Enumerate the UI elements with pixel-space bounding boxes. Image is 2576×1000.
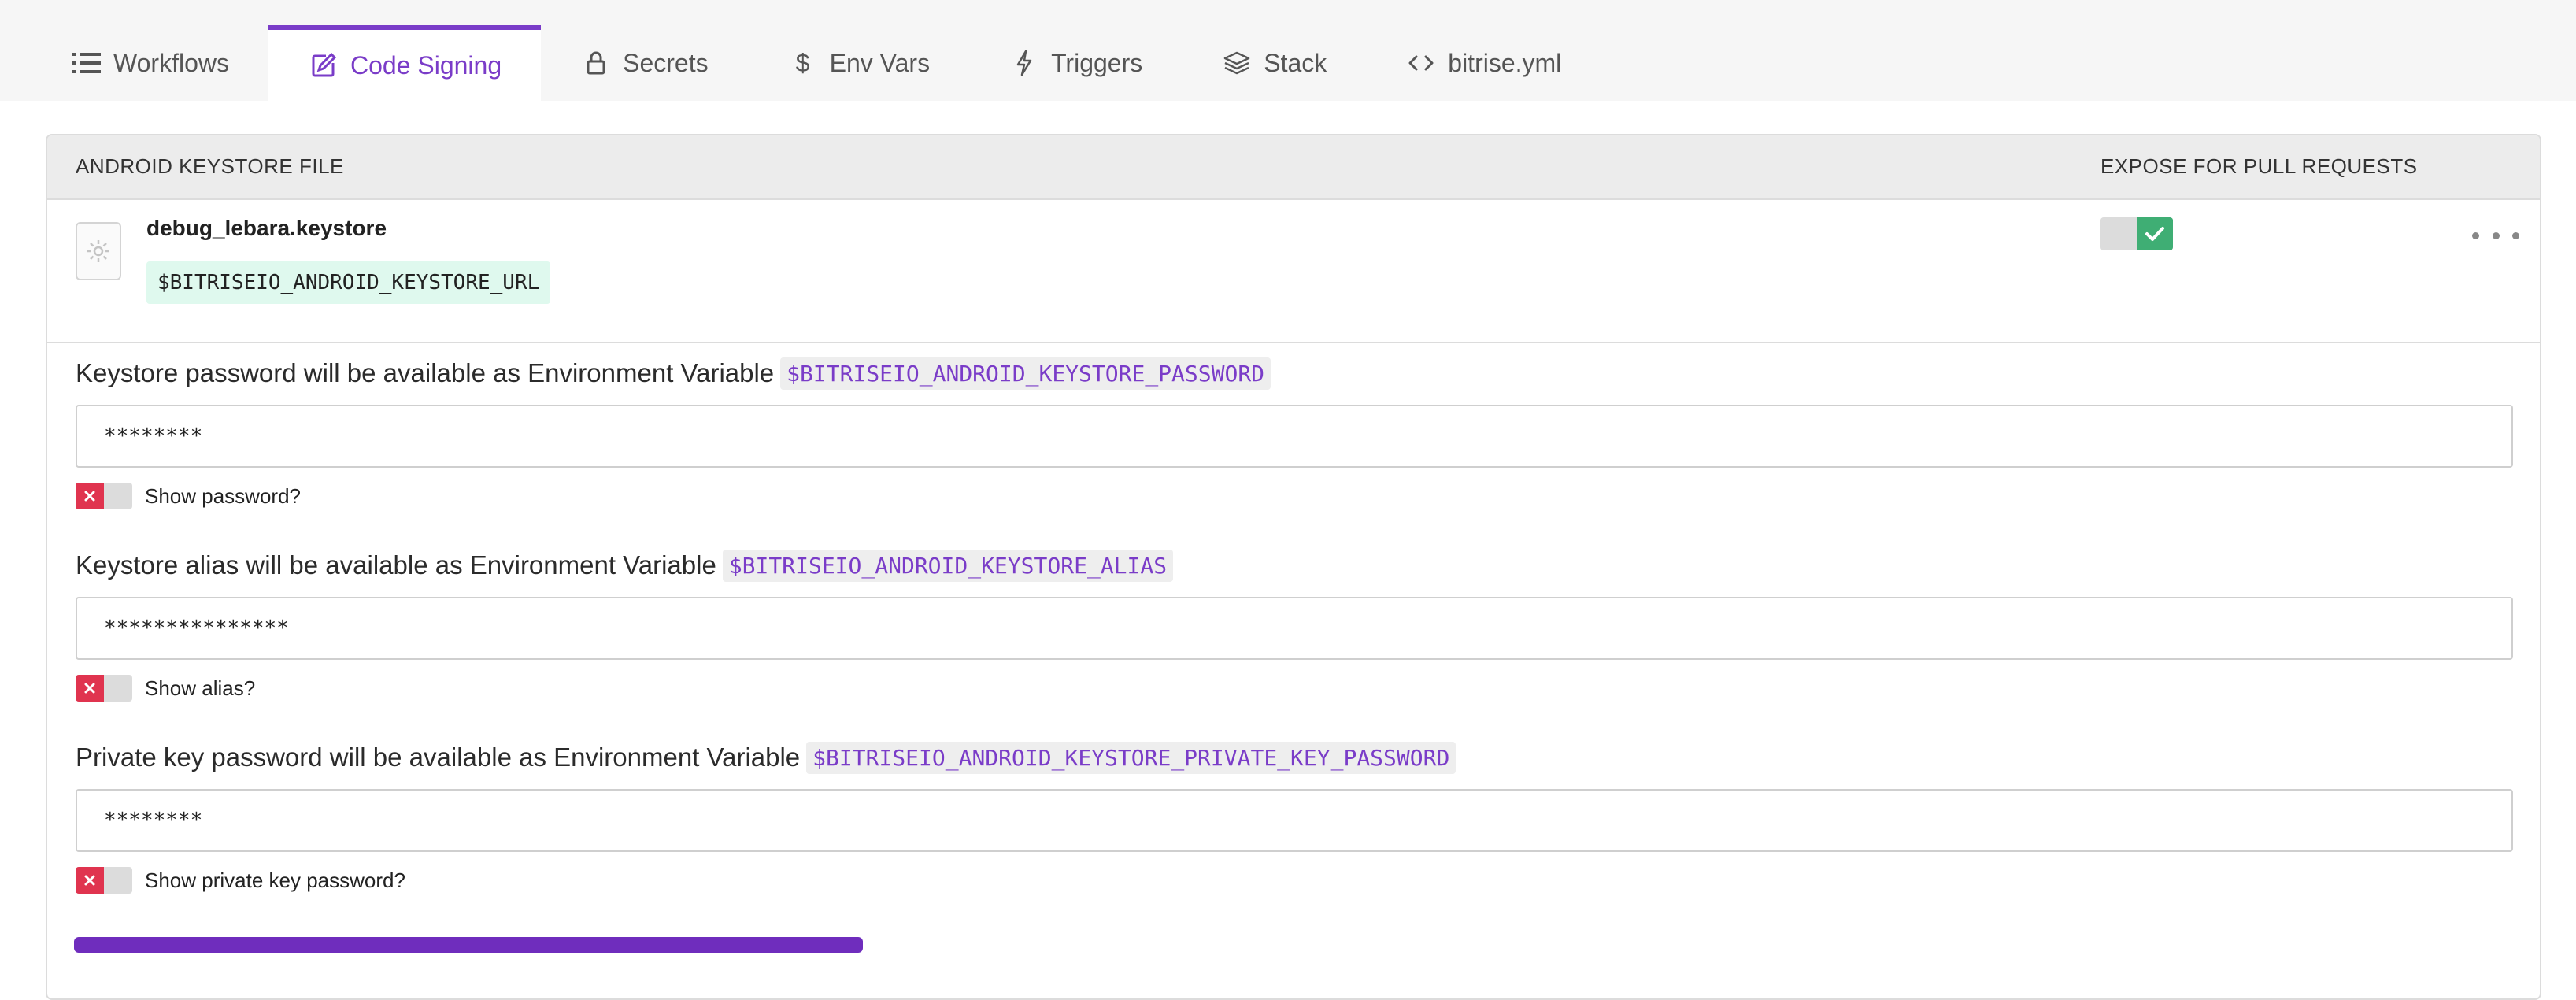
show-private-key-password-label: Show private key password? bbox=[145, 868, 405, 892]
keystore-file-row: debug_lebara.keystore $BITRISEIO_ANDROID… bbox=[47, 200, 2540, 343]
lock-icon bbox=[580, 47, 612, 79]
tab-stack[interactable]: Stack bbox=[1182, 25, 1366, 101]
keystore-url-env-var: $BITRISEIO_ANDROID_KEYSTORE_URL bbox=[146, 261, 551, 304]
tab-label: bitrise.yml bbox=[1448, 48, 1562, 77]
file-gear-icon bbox=[76, 222, 121, 280]
show-password-label: Show password? bbox=[145, 483, 301, 508]
top-tab-bar: Workflows Code Signing Secrets $ Env Var… bbox=[0, 0, 2576, 101]
show-alias-label: Show alias? bbox=[145, 676, 256, 700]
keystore-alias-label: Keystore alias will be available as Envi… bbox=[76, 546, 2513, 584]
x-icon bbox=[76, 483, 104, 509]
tab-label: Triggers bbox=[1051, 48, 1143, 77]
show-alias-row: Show alias? bbox=[76, 674, 2513, 702]
tab-env-vars[interactable]: $ Env Vars bbox=[748, 25, 969, 101]
keystore-file-name: debug_lebara.keystore bbox=[146, 216, 387, 240]
show-private-key-password-row: Show private key password? bbox=[76, 866, 2513, 894]
field-label-text: Keystore alias will be available as Envi… bbox=[76, 550, 716, 580]
show-alias-toggle[interactable] bbox=[76, 675, 132, 702]
show-password-row: Show password? bbox=[76, 482, 2513, 510]
tab-label: Workflows bbox=[113, 48, 229, 77]
x-icon bbox=[76, 867, 104, 894]
private-key-password-input[interactable]: ******** bbox=[76, 789, 2513, 852]
tab-secrets[interactable]: Secrets bbox=[541, 25, 747, 101]
more-options-icon[interactable] bbox=[2472, 224, 2519, 247]
expose-for-pull-requests-toggle[interactable] bbox=[2100, 217, 2173, 250]
x-icon bbox=[76, 675, 104, 702]
dollar-icon: $ bbox=[795, 48, 810, 77]
android-keystore-panel: ANDROID KEYSTORE FILE EXPOSE FOR PULL RE… bbox=[46, 134, 2541, 1000]
keystore-password-input[interactable]: ******** bbox=[76, 405, 2513, 468]
tab-label: Env Vars bbox=[829, 48, 931, 77]
env-var-chip: $BITRISEIO_ANDROID_KEYSTORE_PASSWORD bbox=[780, 357, 1271, 390]
keystore-password-field: Keystore password will be available as E… bbox=[76, 354, 2513, 510]
tab-label: Code Signing bbox=[350, 50, 502, 80]
code-icon bbox=[1405, 47, 1437, 79]
show-private-key-password-toggle[interactable] bbox=[76, 867, 132, 894]
bolt-icon bbox=[1009, 47, 1040, 79]
show-password-toggle[interactable] bbox=[76, 483, 132, 509]
layers-icon bbox=[1221, 47, 1253, 79]
private-key-password-field: Private key password will be available a… bbox=[76, 739, 2513, 894]
tabs: Workflows Code Signing Secrets $ Env Var… bbox=[31, 25, 1601, 101]
save-button[interactable] bbox=[74, 937, 863, 953]
private-key-password-label: Private key password will be available a… bbox=[76, 739, 2513, 776]
env-var-chip: $BITRISEIO_ANDROID_KEYSTORE_PRIVATE_KEY_… bbox=[806, 741, 1456, 774]
tab-triggers[interactable]: Triggers bbox=[969, 25, 1182, 101]
tab-bitrise-yml[interactable]: bitrise.yml bbox=[1366, 25, 1601, 101]
env-var-chip: $BITRISEIO_ANDROID_KEYSTORE_ALIAS bbox=[722, 549, 1174, 582]
keystore-alias-field: Keystore alias will be available as Envi… bbox=[76, 546, 2513, 702]
tab-label: Stack bbox=[1264, 48, 1327, 77]
check-icon bbox=[2137, 217, 2173, 250]
edit-icon bbox=[308, 50, 339, 81]
field-label-text: Keystore password will be available as E… bbox=[76, 358, 775, 387]
keystore-alias-input[interactable]: *************** bbox=[76, 597, 2513, 660]
expose-for-pull-requests-heading: EXPOSE FOR PULL REQUESTS bbox=[2100, 154, 2418, 178]
list-icon bbox=[71, 47, 102, 79]
field-label-text: Private key password will be available a… bbox=[76, 743, 801, 772]
tab-code-signing[interactable]: Code Signing bbox=[268, 25, 542, 101]
keystore-password-label: Keystore password will be available as E… bbox=[76, 354, 2513, 392]
tab-label: Secrets bbox=[623, 48, 709, 77]
keystore-file-heading: ANDROID KEYSTORE FILE bbox=[76, 154, 344, 178]
tab-workflows[interactable]: Workflows bbox=[31, 25, 268, 101]
panel-header: ANDROID KEYSTORE FILE EXPOSE FOR PULL RE… bbox=[47, 135, 2540, 200]
